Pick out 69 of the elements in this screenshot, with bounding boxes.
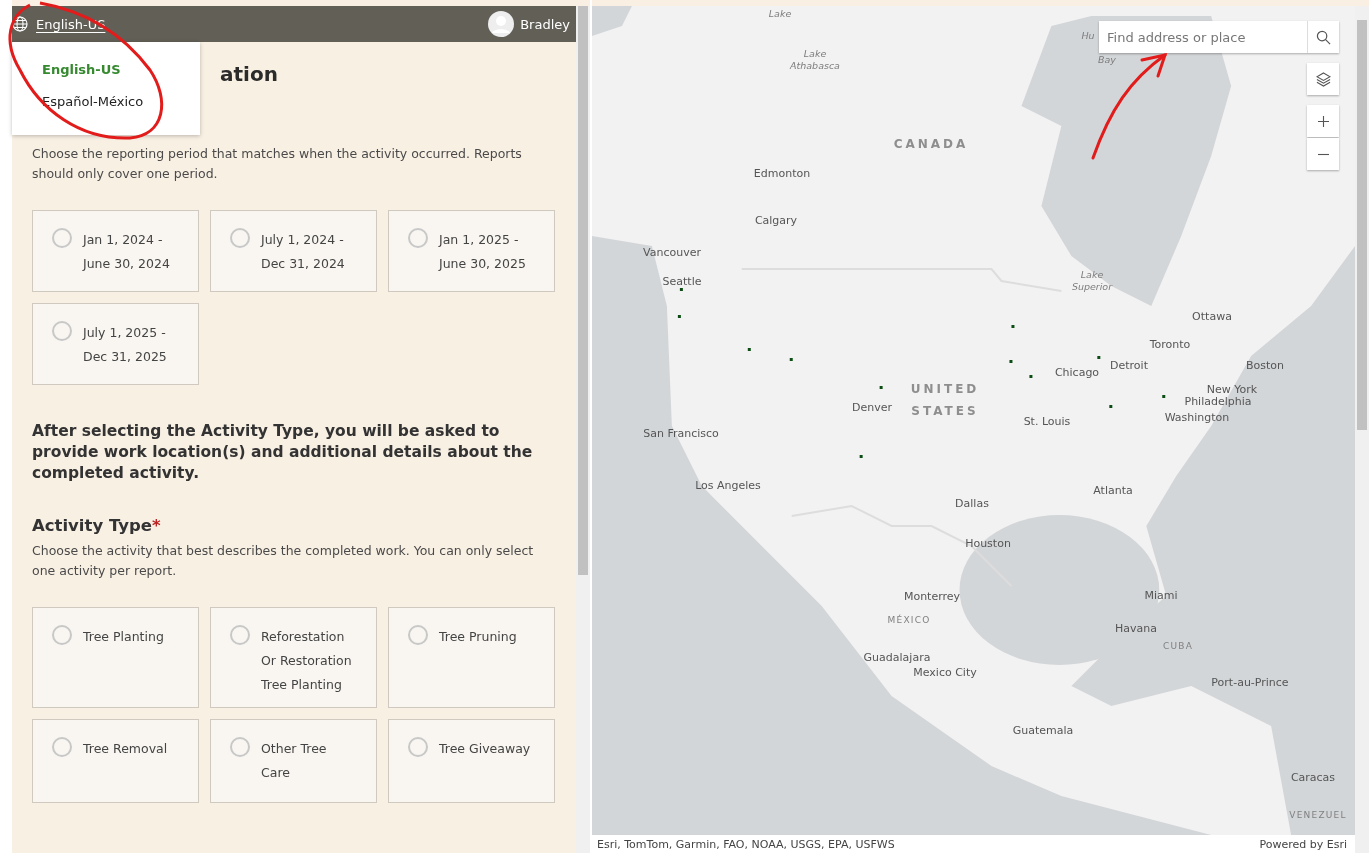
zoom-out-button[interactable] [1307,138,1339,170]
attribution-text: Esri, TomTom, Garmin, FAO, NOAA, USGS, EPA, USFWS [597,837,895,851]
section-title: ation [220,62,278,86]
map-label: Calgary [754,215,798,227]
map-label: VENEZUEL [1289,809,1347,821]
map-label: Seattle [662,276,702,288]
globe-icon [12,16,28,32]
map-label: Washington [1164,412,1230,424]
period-option[interactable]: Jan 1, 2024 - June 30, 2024 [32,210,199,292]
map-label: Toronto [1149,339,1191,351]
map-label: Ottawa [1192,311,1232,323]
activity-notice: After selecting the Activity Type, you will be asked to provide work location(s) and additional details about the completed activity. [32,421,534,484]
map-label: St. Louis [1023,416,1071,428]
activity-option[interactable]: Other Tree Care [210,719,377,803]
language-option[interactable]: English-US [12,62,200,94]
map-label: Caracas [1290,772,1336,784]
map-label: Los Angeles [695,480,761,492]
map-label: MÉXICO [887,614,931,626]
map-label: Monterrey [903,591,961,603]
map-label: Guadalajara [863,652,931,664]
scrollbar-thumb[interactable] [578,6,588,575]
search-icon [1316,29,1331,45]
map-label: Lake Athabasca [788,48,841,72]
activity-option[interactable]: Tree Removal [32,719,199,803]
powered-by-link[interactable]: Powered by Esri [1259,837,1347,851]
map-label: New York [1206,384,1258,396]
map-label: Atlanta [1093,485,1133,497]
scrollbar-thumb[interactable] [1357,20,1367,430]
map-label: CUBA [1163,640,1193,652]
layers-button[interactable] [1307,63,1339,95]
map-label: Port-au-Prince [1211,677,1289,689]
map-label: San Francisco [643,428,719,440]
map-label: Guatemala [1012,725,1074,737]
map-label: UNITED STATES [909,381,981,420]
map-label: Lake Superior [1070,269,1114,293]
activity-option[interactable]: Tree Giveaway [388,719,555,803]
search-field[interactable]: Find address or place [1099,21,1339,53]
map-label: Mexico City [913,667,977,679]
map-label: Boston [1246,360,1284,372]
map-label: Hu [1081,30,1095,42]
plus-icon [1317,115,1329,127]
period-option[interactable]: Jan 1, 2025 - June 30, 2025 [388,210,555,292]
map-label: Miami [1144,590,1178,602]
activity-type-label: Activity Type* [32,516,162,535]
zoom-in-button[interactable] [1307,105,1339,137]
map-label: Dallas [955,498,989,510]
map-label: Detroit [1110,360,1148,372]
map-label: Bay [1098,54,1116,66]
period-description: Choose the reporting period that matches when the activity occurred. Reports should only cover one period. [32,145,523,183]
search-button[interactable] [1307,21,1339,53]
map-label: Havana [1115,623,1157,635]
user-name[interactable]: Bradley [520,16,570,32]
activity-option[interactable]: Reforestation Or Restoration Tree Planting [210,607,377,708]
avatar-icon[interactable] [488,11,515,37]
period-option[interactable]: July 1, 2024 - Dec 31, 2024 [210,210,377,292]
layers-icon [1315,71,1331,87]
map-label: Houston [965,538,1011,550]
period-option[interactable]: July 1, 2025 - Dec 31, 2025 [32,303,199,385]
map-label: CANADA [893,136,969,153]
map-label: Chicago [1054,367,1100,379]
activity-description: Choose the activity that best describes the completed work. You can only select one activity per report. [32,542,535,580]
activity-option[interactable]: Tree Planting [32,607,199,708]
language-option[interactable]: Español-México [12,94,200,126]
map-label: Denver [852,402,892,414]
map-label: Lake [768,8,792,20]
map-label: Vancouver [643,247,701,259]
map-label: Philadelphia [1184,396,1252,408]
activity-option[interactable]: Tree Pruning [388,607,555,708]
map-label: Edmonton [753,168,811,180]
